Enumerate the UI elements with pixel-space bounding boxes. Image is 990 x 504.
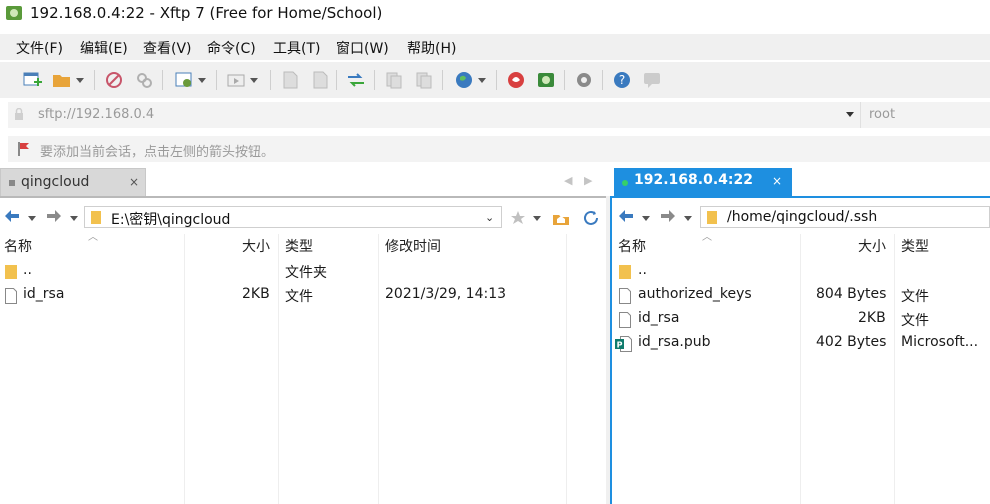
forward-history-icon[interactable] — [70, 216, 78, 221]
publisher-file-icon: P — [615, 336, 633, 352]
sync-icon[interactable] — [346, 70, 366, 90]
table-row[interactable]: authorized_keys 804 Bytes 文件 — [612, 284, 990, 308]
col-name[interactable]: 名称 — [4, 236, 32, 256]
paste-icon[interactable] — [414, 70, 434, 90]
lock-icon — [14, 107, 24, 120]
new-file-icon[interactable] — [280, 70, 300, 90]
col-name[interactable]: 名称 — [618, 236, 646, 256]
tab-local-close-icon[interactable]: × — [129, 175, 139, 189]
username-field[interactable]: root — [860, 102, 990, 128]
svg-text:P: P — [617, 341, 623, 350]
open-folder-icon[interactable] — [52, 70, 84, 90]
col-type[interactable]: 类型 — [901, 236, 929, 256]
new-session-icon[interactable] — [22, 70, 42, 90]
tab-status-dot — [9, 180, 15, 186]
help-icon[interactable]: ? — [612, 70, 632, 90]
tab-remote-label: 192.168.0.4:22 — [634, 172, 753, 188]
local-column-header: 名称 ︿ 大小 类型 修改时间 — [0, 232, 606, 504]
col-size[interactable]: 大小 — [242, 236, 270, 256]
transfer-icon[interactable] — [226, 70, 258, 90]
file-icon — [619, 312, 631, 328]
toolbar: ? — [0, 62, 990, 98]
local-file-pane: E:\密钥\qingcloud ⌄ 名称 ︿ 大小 类型 修改时间 .. 文件夹… — [0, 196, 606, 504]
menu-view[interactable]: 查看(V) — [143, 38, 192, 58]
xftp-icon[interactable] — [536, 70, 556, 90]
properties-icon[interactable] — [310, 70, 330, 90]
folder-icon — [91, 210, 101, 224]
table-row[interactable]: P id_rsa.pub 402 Bytes Microsoft... — [612, 332, 990, 356]
folder-icon — [5, 264, 17, 280]
favorite-star-icon[interactable] — [510, 210, 526, 230]
tab-prev-icon[interactable]: ◀ — [564, 174, 572, 187]
address-dropdown-icon[interactable] — [846, 112, 854, 117]
forward-arrow-icon[interactable] — [660, 209, 675, 223]
tab-strip: qingcloud × ◀ ▶ 192.168.0.4:22 × — [0, 168, 990, 196]
menu-edit[interactable]: 编辑(E) — [80, 38, 128, 58]
local-nav-row: E:\密钥\qingcloud ⌄ — [0, 202, 606, 230]
back-history-icon[interactable] — [642, 216, 650, 221]
menu-help[interactable]: 帮助(H) — [407, 38, 456, 58]
gear-icon[interactable] — [574, 70, 594, 90]
path-dropdown-icon[interactable]: ⌄ — [485, 211, 494, 224]
remote-path-input[interactable]: /home/qingcloud/.ssh — [700, 206, 990, 228]
globe-icon[interactable] — [454, 70, 486, 90]
back-arrow-icon[interactable] — [618, 209, 633, 223]
file-icon — [619, 288, 631, 304]
sort-asc-icon: ︿ — [702, 232, 712, 243]
menu-window[interactable]: 窗口(W) — [336, 38, 389, 58]
table-row[interactable]: .. — [612, 260, 990, 284]
table-row[interactable]: id_rsa 2KB 文件 — [612, 308, 990, 332]
connected-status-dot — [622, 180, 628, 186]
xshell-icon[interactable] — [506, 70, 526, 90]
remote-nav-row: /home/qingcloud/.ssh — [612, 202, 990, 230]
menu-bar: 文件(F) 编辑(E) 查看(V) 命令(C) 工具(T) 窗口(W) 帮助(H… — [0, 34, 990, 60]
disconnect-icon[interactable] — [104, 70, 124, 90]
back-arrow-icon[interactable] — [4, 209, 19, 223]
copy-icon[interactable] — [384, 70, 404, 90]
remote-column-header: 名称 ︿ 大小 类型 — [612, 232, 990, 504]
hint-text: 要添加当前会话，点击左侧的箭头按钮。 — [40, 145, 275, 160]
title-bar: 192.168.0.4:22 - Xftp 7 (Free for Home/S… — [0, 0, 990, 28]
remote-path-text: /home/qingcloud/.ssh — [727, 209, 878, 225]
table-row[interactable]: .. 文件夹 — [0, 260, 606, 284]
folder-icon — [619, 264, 631, 280]
tab-local[interactable]: qingcloud × — [0, 168, 146, 196]
session-hint-bar: 要添加当前会话，点击左侧的箭头按钮。 — [8, 136, 990, 162]
tab-local-label: qingcloud — [21, 174, 90, 190]
menu-tools[interactable]: 工具(T) — [273, 38, 320, 58]
menu-file[interactable]: 文件(F) — [16, 38, 63, 58]
chat-icon[interactable] — [642, 70, 662, 90]
remote-file-pane: /home/qingcloud/.ssh 名称 ︿ 大小 类型 .. autho… — [610, 196, 990, 504]
table-row[interactable]: id_rsa 2KB 文件 2021/3/29, 14:13 — [0, 284, 606, 308]
add-session-arrow-icon[interactable] — [18, 142, 30, 156]
home-folder-icon[interactable] — [552, 209, 570, 229]
tab-nav: ◀ ▶ — [564, 174, 604, 190]
back-history-icon[interactable] — [28, 216, 36, 221]
svg-text:?: ? — [619, 73, 625, 87]
address-bar: sftp://192.168.0.4 root — [8, 102, 990, 128]
tab-remote[interactable]: 192.168.0.4:22 × — [614, 168, 792, 196]
window-title: 192.168.0.4:22 - Xftp 7 (Free for Home/S… — [30, 4, 383, 22]
col-size[interactable]: 大小 — [858, 236, 886, 256]
menu-command[interactable]: 命令(C) — [207, 38, 256, 58]
favorite-dropdown-icon[interactable] — [533, 216, 541, 221]
tab-remote-close-icon[interactable]: × — [772, 174, 782, 188]
sort-asc-icon: ︿ — [88, 232, 98, 243]
local-path-text: E:\密钥\qingcloud — [111, 212, 231, 228]
forward-history-icon[interactable] — [684, 216, 692, 221]
tab-next-icon[interactable]: ▶ — [584, 174, 592, 187]
session-properties-icon[interactable] — [174, 70, 206, 90]
host-address-input[interactable]: sftp://192.168.0.4 — [38, 107, 154, 122]
col-type[interactable]: 类型 — [285, 236, 313, 256]
col-modified[interactable]: 修改时间 — [385, 236, 441, 256]
refresh-icon[interactable] — [582, 209, 600, 231]
folder-icon — [707, 210, 717, 224]
xftp-app-icon — [6, 6, 22, 20]
local-path-input[interactable]: E:\密钥\qingcloud ⌄ — [84, 206, 502, 228]
reconnect-icon[interactable] — [134, 70, 154, 90]
file-icon — [5, 288, 17, 304]
forward-arrow-icon[interactable] — [46, 209, 61, 223]
